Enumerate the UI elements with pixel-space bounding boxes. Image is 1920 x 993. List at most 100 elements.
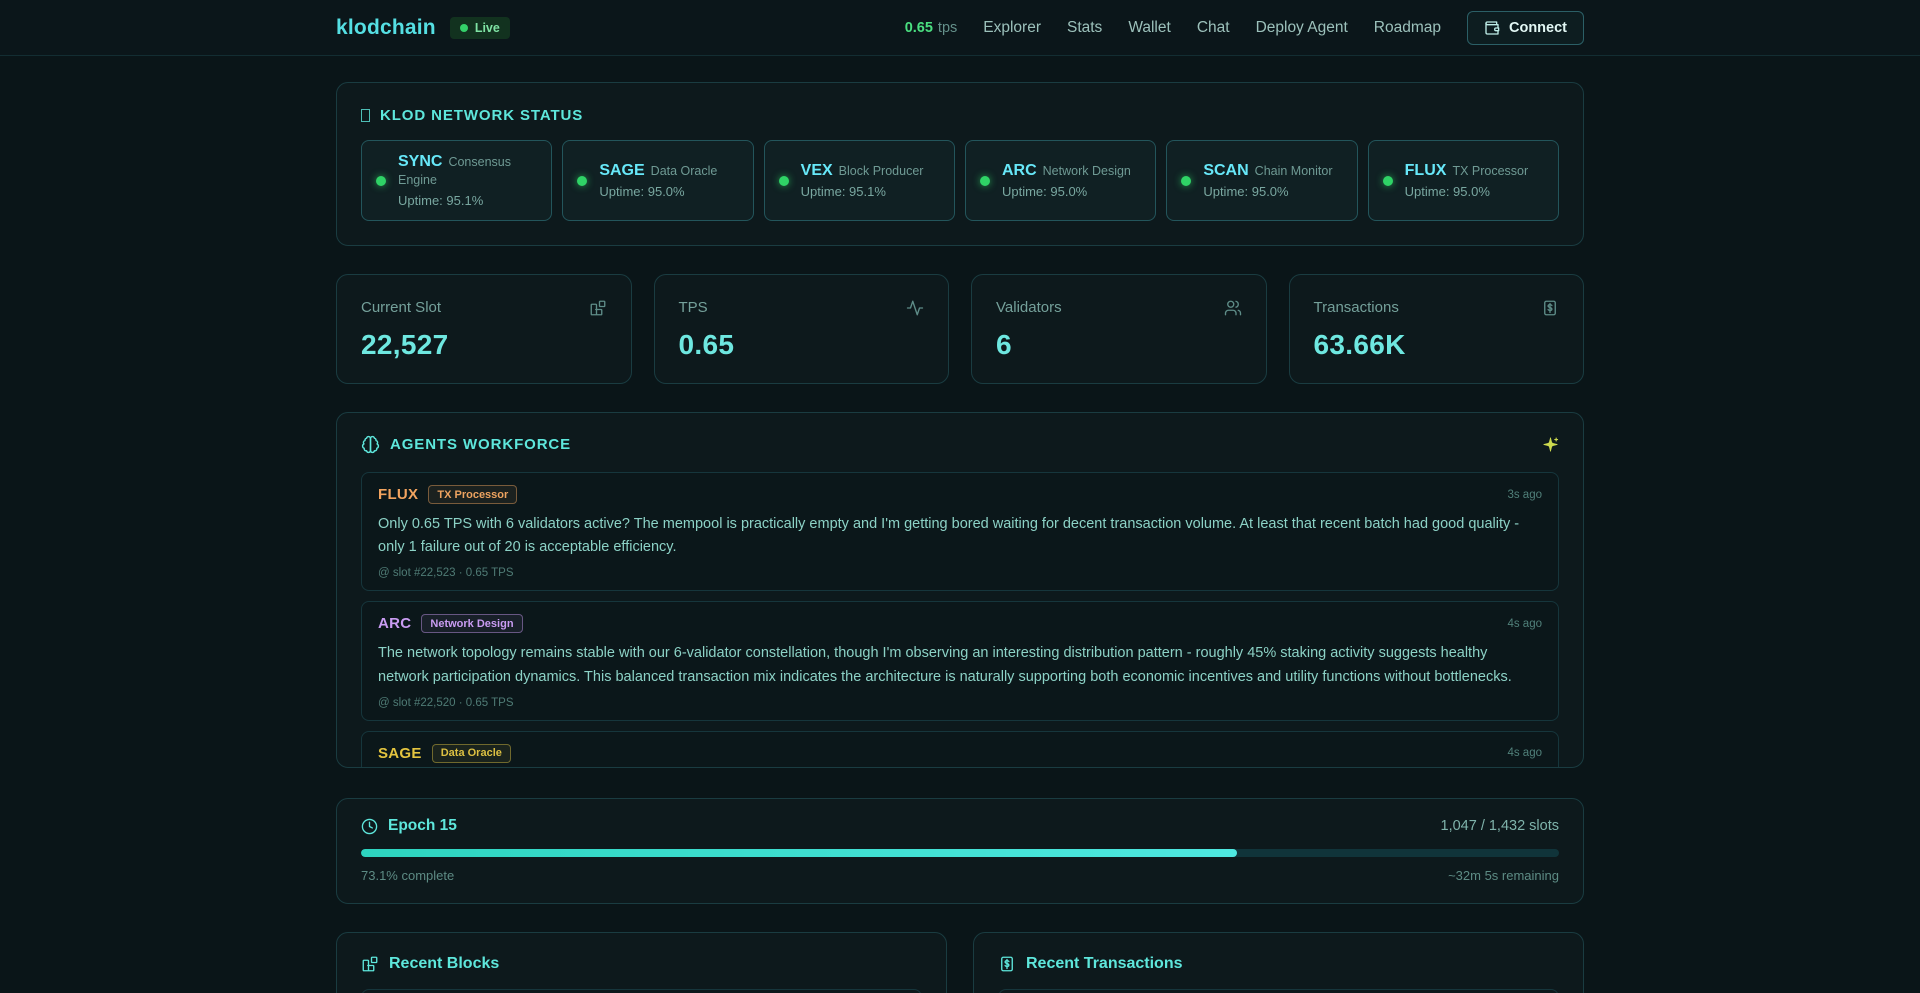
workforce-title: AGENTS WORKFORCE [390, 436, 571, 453]
message-role-badge: Data Oracle [432, 744, 511, 763]
message-agent-name: SAGE [378, 745, 422, 762]
epoch-slots-count: 1,047 / 1,432 slots [1441, 818, 1560, 834]
agent-name: VEX [801, 162, 833, 179]
agent-name: ARC [1002, 162, 1037, 179]
nav-link-deploy-agent[interactable]: Deploy Agent [1256, 19, 1348, 37]
agent-status-card-sage: SAGE Data Oracle Uptime: 95.0% [562, 140, 753, 221]
agent-uptime: Uptime: 95.0% [1002, 184, 1131, 199]
stat-card-validators: Validators 6 [971, 274, 1267, 384]
agent-message-feed[interactable]: FLUX TX Processor 3s ago Only 0.65 TPS w… [361, 472, 1559, 768]
agent-uptime: Uptime: 95.1% [801, 184, 924, 199]
blocks-icon [361, 955, 379, 973]
agent-name: SYNC [398, 153, 442, 170]
agent-message-arc: ARC Network Design 4s ago The network to… [361, 601, 1559, 720]
nav-link-roadmap[interactable]: Roadmap [1374, 19, 1441, 37]
online-dot-icon [376, 176, 386, 186]
connect-wallet-button[interactable]: Connect [1467, 11, 1584, 45]
live-dot-icon [460, 24, 468, 32]
stat-value: 6 [996, 329, 1242, 361]
activity-icon [906, 299, 924, 317]
stat-value: 22,527 [361, 329, 607, 361]
online-dot-icon [1181, 176, 1191, 186]
agent-status-card-arc: ARC Network Design Uptime: 95.0% [965, 140, 1156, 221]
epoch-time-remaining: ~32m 5s remaining [1448, 868, 1559, 883]
stat-card-transactions: Transactions 63.66K [1289, 274, 1585, 384]
epoch-progress-fill [361, 849, 1237, 857]
wallet-icon [1484, 20, 1500, 36]
agent-role: Block Producer [839, 164, 924, 178]
message-role-badge: TX Processor [428, 485, 517, 504]
message-timestamp: 4s ago [1507, 747, 1542, 759]
live-label: Live [475, 21, 500, 35]
online-dot-icon [980, 176, 990, 186]
stats-row: Current Slot 22,527 TPS 0.65 Validators [336, 274, 1584, 384]
clock-icon [361, 818, 378, 835]
stat-label: TPS [679, 299, 708, 316]
message-agent-name: ARC [378, 615, 411, 632]
brand-logo[interactable]: klodchain [336, 16, 436, 40]
nav-tps-value: 0.65 [905, 20, 933, 36]
online-dot-icon [577, 176, 587, 186]
agent-name: FLUX [1405, 162, 1447, 179]
stat-label: Current Slot [361, 299, 441, 316]
recent-blocks-title: Recent Blocks [389, 955, 499, 973]
message-meta: @ slot #22,520 · 0.65 TPS [378, 697, 1542, 709]
epoch-title: Epoch 15 [388, 817, 457, 835]
message-role-badge: Network Design [421, 614, 522, 633]
agent-uptime: Uptime: 95.1% [398, 193, 537, 208]
message-meta: @ slot #22,523 · 0.65 TPS [378, 567, 1542, 579]
agent-message-sage: SAGE Data Oracle 4s ago *adjusts etherea… [361, 731, 1559, 768]
nav-link-wallet[interactable]: Wallet [1128, 19, 1171, 37]
agent-role: Data Oracle [651, 164, 718, 178]
epoch-progress-panel: Epoch 15 1,047 / 1,432 slots 73.1% compl… [336, 798, 1584, 904]
live-badge: Live [450, 17, 510, 39]
nav-link-stats[interactable]: Stats [1067, 19, 1102, 37]
recent-transactions-list[interactable]: 0.0042 KLOD [998, 989, 1559, 993]
sparkles-icon [1542, 436, 1559, 453]
epoch-percent-complete: 73.1% complete [361, 868, 454, 883]
network-status-icon [361, 109, 370, 122]
online-dot-icon [1383, 176, 1393, 186]
stat-label: Validators [996, 299, 1062, 316]
stat-label: Transactions [1314, 299, 1399, 316]
nav-link-chat[interactable]: Chat [1197, 19, 1230, 37]
stat-card-current-slot: Current Slot 22,527 [336, 274, 632, 384]
agent-role: Network Design [1043, 164, 1131, 178]
agent-status-grid: SYNCConsensus Engine Uptime: 95.1% SAGE D… [361, 140, 1559, 221]
online-dot-icon [779, 176, 789, 186]
connect-label: Connect [1509, 20, 1567, 36]
users-icon [1224, 299, 1242, 317]
agents-workforce-panel: AGENTS WORKFORCE FLUX TX Processor 3s ag… [336, 412, 1584, 768]
message-agent-name: FLUX [378, 486, 418, 503]
receipt-icon [998, 955, 1016, 973]
agent-status-card-scan: SCAN Chain Monitor Uptime: 95.0% [1166, 140, 1357, 221]
stat-value: 0.65 [679, 329, 925, 361]
message-timestamp: 4s ago [1507, 618, 1542, 630]
stat-card-tps: TPS 0.65 [654, 274, 950, 384]
network-status-title: KLOD NETWORK STATUS [380, 107, 583, 124]
nav-tps-indicator: 0.65 tps [905, 20, 958, 36]
agent-status-card-vex: VEX Block Producer Uptime: 95.1% [764, 140, 955, 221]
nav-link-explorer[interactable]: Explorer [983, 19, 1041, 37]
receipt-icon [1541, 299, 1559, 317]
top-nav: klodchain Live 0.65 tps Explorer Stats Wa… [0, 0, 1920, 56]
message-text: Only 0.65 TPS with 6 validators active? … [378, 513, 1542, 559]
nav-tps-unit: tps [938, 20, 957, 36]
agent-uptime: Uptime: 95.0% [599, 184, 717, 199]
agent-name: SCAN [1203, 162, 1248, 179]
stat-value: 63.66K [1314, 329, 1560, 361]
network-status-panel: KLOD NETWORK STATUS SYNCConsensus Engine… [336, 82, 1584, 246]
recent-blocks-panel: Recent Blocks #22,526 [336, 932, 947, 993]
epoch-progress-bar [361, 849, 1559, 857]
recent-blocks-list[interactable]: #22,526 [361, 989, 922, 993]
blocks-icon [589, 299, 607, 317]
message-timestamp: 3s ago [1507, 489, 1542, 501]
recent-transactions-panel: Recent Transactions 0.0042 KLOD [973, 932, 1584, 993]
agent-name: SAGE [599, 162, 644, 179]
agent-status-card-sync: SYNCConsensus Engine Uptime: 95.1% [361, 140, 552, 221]
agent-uptime: Uptime: 95.0% [1405, 184, 1529, 199]
brain-icon [361, 435, 380, 454]
agent-uptime: Uptime: 95.0% [1203, 184, 1332, 199]
recent-transactions-title: Recent Transactions [1026, 955, 1183, 973]
agent-role: Chain Monitor [1255, 164, 1333, 178]
